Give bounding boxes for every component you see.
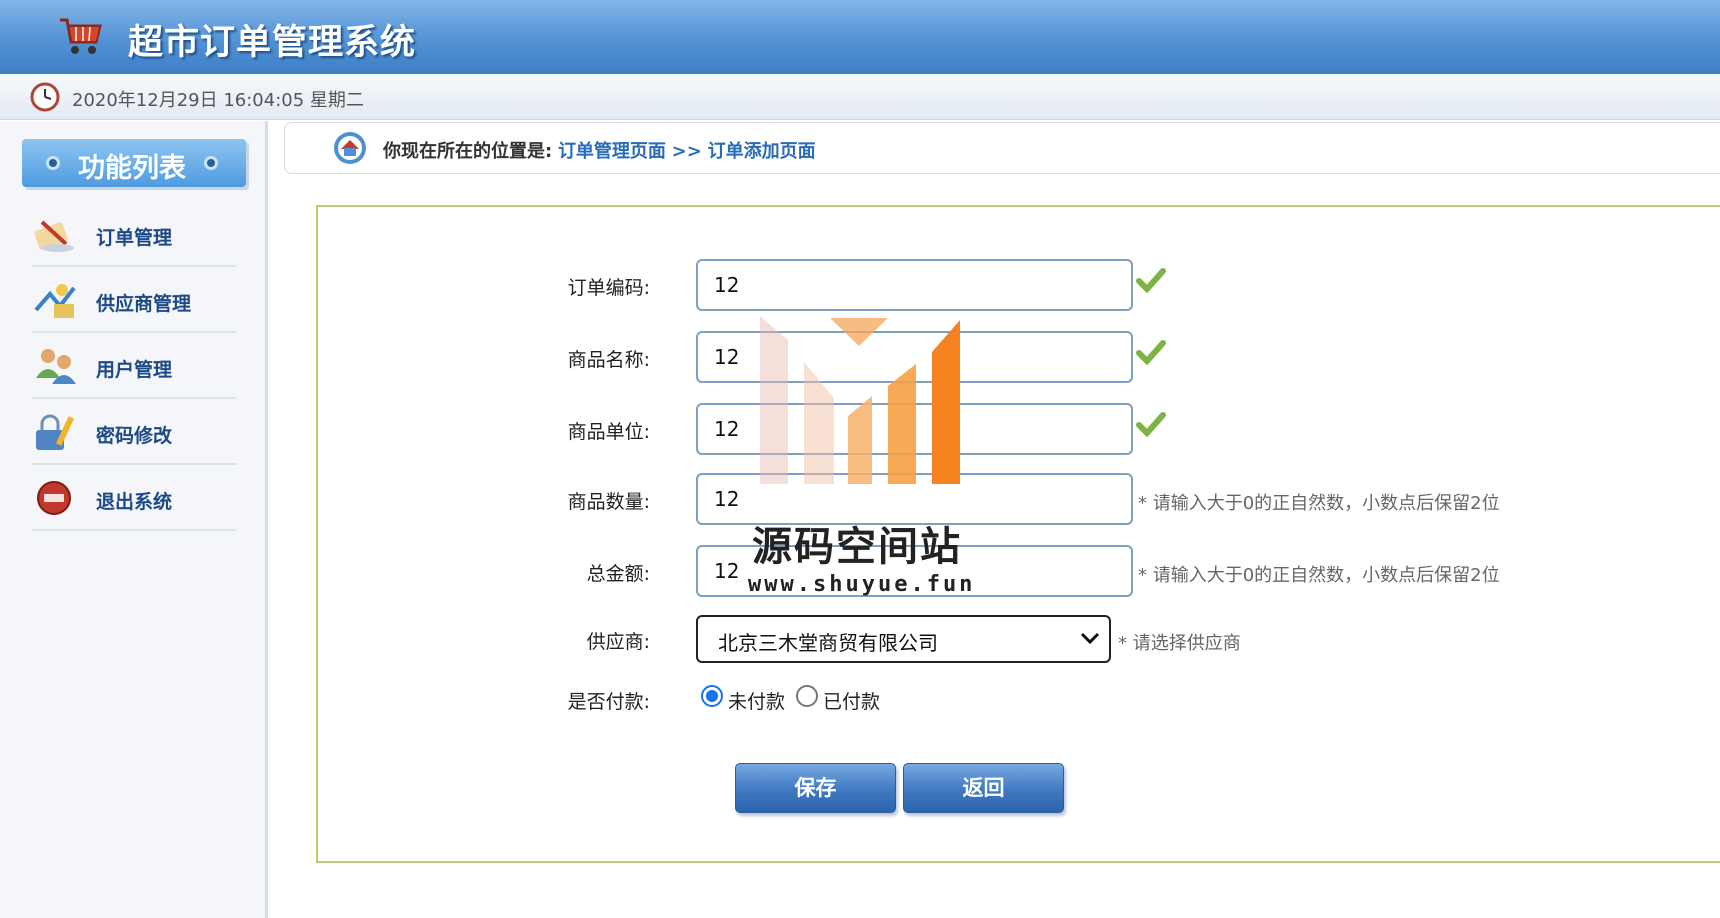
sidebar-item-label: 密码修改	[96, 425, 173, 447]
bullet-icon	[204, 156, 218, 170]
app-title: 超市订单管理系统	[128, 23, 417, 63]
sidebar-item-label: 订单管理	[96, 227, 173, 249]
sidebar-item-label: 供应商管理	[96, 293, 192, 315]
breadcrumb: 你现在所在的位置是: 订单管理页面 >> 订单添加页面	[284, 122, 1720, 174]
chevron-down-icon	[1080, 632, 1100, 645]
product-unit-input[interactable]	[696, 403, 1133, 455]
app-header: 超市订单管理系统	[0, 0, 1720, 74]
order-add-form: 订单编码: 商品名称: 商品单位: 商品数量: * 请输入大于0的正自然数，小数…	[316, 205, 1720, 863]
save-button[interactable]: 保存	[735, 763, 896, 813]
payment-label: 是否付款:	[567, 691, 650, 713]
breadcrumb-link-order-add[interactable]: 订单添加页面	[708, 141, 816, 162]
sidebar-item-suppliers[interactable]: 供应商管理	[32, 267, 236, 333]
total-price-label: 总金额:	[586, 563, 650, 585]
product-count-hint: * 请输入大于0的正自然数，小数点后保留2位	[1138, 493, 1500, 514]
provider-label: 供应商:	[586, 631, 650, 653]
sidebar-item-users[interactable]: 用户管理	[32, 333, 236, 399]
password-icon	[36, 414, 75, 450]
payment-paid-label: 已付款	[823, 691, 881, 713]
order-code-input[interactable]	[696, 259, 1133, 311]
exit-icon	[37, 481, 71, 515]
sidebar-item-exit[interactable]: 退出系统	[32, 465, 236, 531]
breadcrumb-separator: >>	[671, 141, 702, 162]
order-code-label: 订单编码:	[567, 277, 650, 299]
sidebar-item-label: 用户管理	[96, 359, 173, 381]
provider-hint: * 请选择供应商	[1118, 633, 1241, 654]
sidebar-item-password[interactable]: 密码修改	[32, 399, 236, 465]
sidebar-item-label: 退出系统	[96, 491, 173, 513]
clock-icon	[30, 82, 60, 112]
function-list-label: 功能列表	[78, 153, 186, 184]
breadcrumb-prefix: 你现在所在的位置是:	[383, 141, 553, 162]
valid-check-icon	[1136, 412, 1166, 437]
sidebar: 功能列表 订单管理 供应商管理 用户管理 密码修改 退出系统	[0, 121, 268, 918]
watermark-title: 源码空间站	[752, 524, 962, 570]
valid-check-icon	[1136, 340, 1166, 365]
bullet-icon	[46, 156, 60, 170]
date-bar: 2020年12月29日 16:04:05 星期二	[0, 74, 1720, 120]
users-icon	[36, 349, 76, 384]
breadcrumb-text: 你现在所在的位置是: 订单管理页面 >> 订单添加页面	[383, 137, 816, 163]
watermark-url: www.shuyue.fun	[748, 572, 976, 597]
order-icon	[34, 220, 74, 252]
sidebar-menu: 订单管理 供应商管理 用户管理 密码修改 退出系统	[32, 201, 236, 531]
back-button[interactable]: 返回	[903, 763, 1064, 813]
provider-selected-value: 北京三木堂商贸有限公司	[718, 631, 938, 655]
payment-unpaid-label: 未付款	[728, 691, 786, 713]
sidebar-item-orders[interactable]: 订单管理	[32, 201, 236, 267]
breadcrumb-link-order-management[interactable]: 订单管理页面	[558, 141, 666, 162]
product-count-label: 商品数量:	[567, 491, 650, 513]
function-list-title: 功能列表	[22, 139, 246, 187]
valid-check-icon	[1136, 268, 1166, 293]
product-name-input[interactable]	[696, 331, 1133, 383]
product-unit-label: 商品单位:	[567, 421, 650, 443]
current-datetime: 2020年12月29日 16:04:05 星期二	[72, 90, 364, 111]
product-name-label: 商品名称:	[567, 349, 650, 371]
provider-select[interactable]: 北京三木堂商贸有限公司	[696, 615, 1111, 663]
total-price-hint: * 请输入大于0的正自然数，小数点后保留2位	[1138, 565, 1500, 586]
payment-unpaid-radio[interactable]	[701, 685, 723, 707]
home-icon	[334, 132, 366, 164]
shopping-cart-icon	[60, 18, 102, 54]
supplier-icon	[34, 284, 76, 318]
payment-paid-radio[interactable]	[796, 685, 818, 707]
